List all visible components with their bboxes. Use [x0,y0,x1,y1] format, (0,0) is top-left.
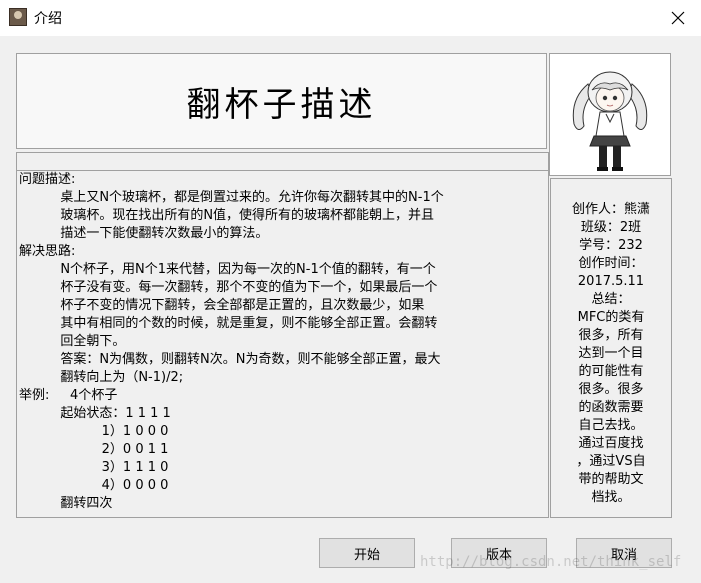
title-bar: 介绍 [0,0,701,36]
description-divider [17,153,548,171]
author-info-text: 创作人：熊潇 班级：2班 学号：232 创作时间： 2017.5.11 总结： … [571,202,650,505]
start-button[interactable]: 开始 [319,538,415,568]
description-panel: 问题描述: 桌上又N个玻璃杯，都是倒置过来的。允许你每次翻转其中的N-1个 玻璃… [16,152,549,518]
page-title: 翻杯子描述 [186,84,377,125]
description-text: 问题描述: 桌上又N个玻璃杯，都是倒置过来的。允许你每次翻转其中的N-1个 玻璃… [19,172,444,511]
header-panel: 翻杯子描述 [16,53,547,149]
author-info-panel: 创作人：熊潇 班级：2班 学号：232 创作时间： 2017.5.11 总结： … [550,178,672,518]
close-icon [671,11,685,25]
anime-girl-avatar-icon [572,71,648,171]
close-button[interactable] [655,0,701,36]
avatar-panel [549,53,671,176]
window-title: 介绍 [34,11,62,27]
app-avatar-icon [9,8,27,26]
watermark: http://blog.csdn.net/think_self [420,554,682,570]
